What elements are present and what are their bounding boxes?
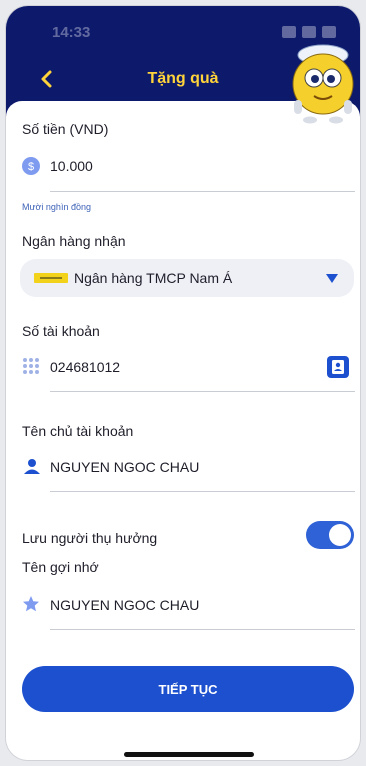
status-time: 14:33 [52,24,91,41]
amount-in-words: Mười nghìn đồng [22,202,91,212]
coin-icon: $ [22,157,40,175]
account-number-underline [50,391,355,392]
signal-icon [282,26,296,38]
keypad-icon [23,358,39,374]
continue-button[interactable]: TIẾP TỤC [22,666,354,712]
amount-label: Số tiền (VND) [22,121,109,137]
account-name-label: Tên chủ tài khoản [22,423,134,439]
app-screen: 14:33 Tặng quà Số tiền (VND) $ 10.000 Mư… [6,6,360,760]
user-icon [24,459,40,474]
toggle-knob [329,524,351,546]
bank-logo-icon [34,273,68,283]
mascot-icon [292,44,354,124]
amount-input[interactable]: 10.000 [50,158,93,174]
bank-label: Ngân hàng nhận [22,233,126,249]
save-recipient-toggle[interactable] [306,521,354,549]
wifi-icon [302,26,316,38]
caret-down-icon [326,274,338,283]
nickname-label: Tên gợi nhớ [22,559,99,575]
account-number-input[interactable]: 024681012 [50,359,120,375]
account-number-label: Số tài khoản [22,323,100,339]
amount-underline [50,191,355,192]
svg-text:$: $ [28,161,34,173]
star-icon [23,596,39,612]
contact-book-icon[interactable] [326,355,350,379]
bank-select[interactable]: Ngân hàng TMCP Nam Á [20,259,354,297]
home-indicator [124,752,254,757]
transfer-form: Số tiền (VND) $ 10.000 Mười nghìn đồng N… [6,101,360,760]
status-icons [282,26,336,38]
nickname-input[interactable]: NGUYEN NGOC CHAU [50,597,199,613]
account-name-underline [50,491,355,492]
nickname-underline [50,629,355,630]
save-recipient-label: Lưu người thụ hưởng [22,530,158,546]
battery-icon [322,26,336,38]
bank-value: Ngân hàng TMCP Nam Á [74,270,233,286]
account-name-value: NGUYEN NGOC CHAU [50,459,200,475]
